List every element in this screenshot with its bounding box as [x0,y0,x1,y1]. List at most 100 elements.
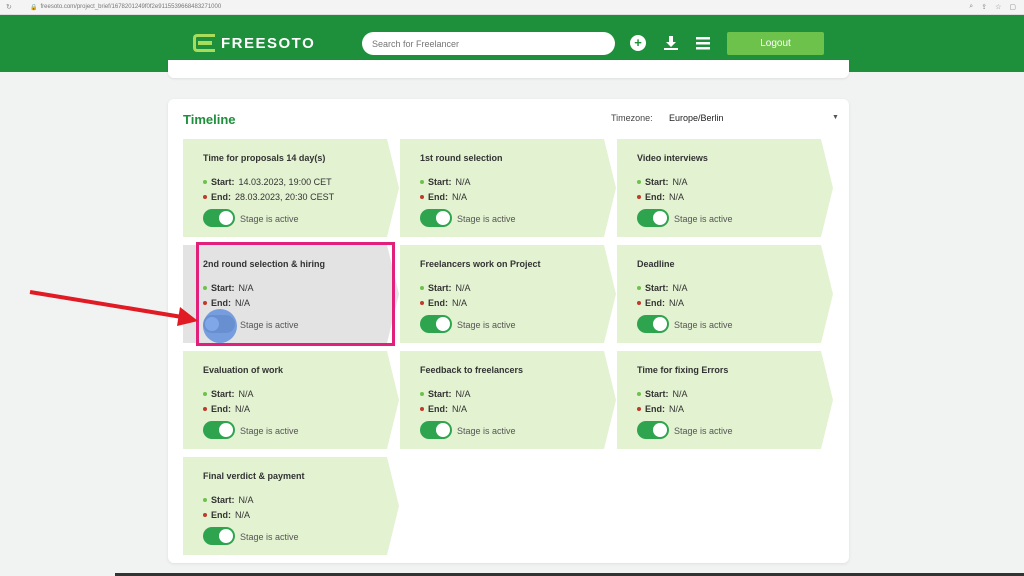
end-dot-icon [203,195,207,199]
stage-start: Start: N/A [637,283,688,293]
extensions-icon[interactable]: ▢ [1009,3,1016,11]
stage-active-label: Stage is active [674,320,733,330]
end-label: End: [211,192,231,202]
stage-active-label: Stage is active [674,214,733,224]
stage-card: Deadline Start: N/A End: N/A Stage is active [617,245,833,343]
stage-active-label: Stage is active [457,320,516,330]
start-label: Start: [645,283,669,293]
stage-active-toggle[interactable] [420,315,452,333]
stage-title: Time for proposals 14 day(s) [203,153,326,163]
start-label: Start: [211,177,235,187]
menu-icon[interactable] [695,35,711,51]
stage-active-toggle[interactable] [203,421,235,439]
start-dot-icon [420,286,424,290]
end-value: N/A [235,404,251,414]
end-label: End: [428,298,448,308]
zoom-icon[interactable]: ⌕ [969,3,973,11]
start-value: 14.03.2023, 19:00 CET [238,177,332,187]
start-label: Start: [645,177,669,187]
end-value: 28.03.2023, 20:30 CEST [235,192,335,202]
logout-button[interactable]: Logout [727,32,824,55]
start-value: N/A [672,389,688,399]
stage-active-label: Stage is active [240,532,299,542]
previous-section-card [168,60,849,78]
stage-active-label: Stage is active [240,214,299,224]
timezone-label: Timezone: [611,113,653,123]
end-value: N/A [669,404,685,414]
download-icon[interactable] [663,35,679,51]
stage-title: Final verdict & payment [203,471,305,481]
start-dot-icon [203,180,207,184]
stage-active-toggle[interactable] [203,527,235,545]
stage-title: Time for fixing Errors [637,365,729,375]
start-label: Start: [211,389,235,399]
end-dot-icon [637,301,641,305]
end-value: N/A [452,298,468,308]
end-dot-icon [637,407,641,411]
stage-start: Start: N/A [420,177,471,187]
annotation-arrow-icon [29,290,198,326]
brand-logo[interactable]: FREESOTO [193,34,315,52]
end-dot-icon [203,513,207,517]
browser-tools: ⌕ ⇪ ☆ ▢ [969,3,1024,11]
stage-start: Start: N/A [637,177,688,187]
start-dot-icon [637,180,641,184]
stage-end: End: N/A [637,404,684,414]
timezone-select[interactable]: Europe/Berlin [669,113,724,123]
stage-active-toggle[interactable] [637,315,669,333]
stage-active-label: Stage is active [240,426,299,436]
start-label: Start: [645,389,669,399]
toggle-knob [436,317,450,331]
address-bar[interactable]: 🔒 freesoto.com/project_brief/1678201249f… [30,4,969,11]
toggle-knob [219,211,233,225]
end-value: N/A [452,192,468,202]
start-dot-icon [420,392,424,396]
stage-active-toggle[interactable] [420,209,452,227]
start-label: Start: [211,495,235,505]
stage-start: Start: N/A [637,389,688,399]
stage-end: End: N/A [420,192,467,202]
end-dot-icon [203,407,207,411]
stage-active-label: Stage is active [674,426,733,436]
start-value: N/A [238,495,254,505]
end-label: End: [428,192,448,202]
start-value: N/A [238,389,254,399]
end-value: N/A [235,510,251,520]
stage-title: 1st round selection [420,153,503,163]
end-label: End: [211,510,231,520]
stage-active-toggle[interactable] [637,421,669,439]
add-icon[interactable]: + [630,35,646,51]
stage-start: Start: N/A [420,283,471,293]
share-icon[interactable]: ⇪ [981,3,987,11]
caret-down-icon[interactable]: ▼ [832,114,839,121]
stage-end: End: N/A [203,404,250,414]
end-value: N/A [669,298,685,308]
end-dot-icon [420,301,424,305]
stage-title: Freelancers work on Project [420,259,541,269]
stage-active-label: Stage is active [457,426,516,436]
end-dot-icon [420,195,424,199]
stage-active-toggle[interactable] [637,209,669,227]
stage-title: Video interviews [637,153,708,163]
stage-start: Start: N/A [420,389,471,399]
start-dot-icon [420,180,424,184]
end-dot-icon [420,407,424,411]
toggle-knob [219,529,233,543]
end-label: End: [645,404,665,414]
browser-toolbar: ↻ 🔒 freesoto.com/project_brief/167820124… [0,0,1024,15]
stage-title: Feedback to freelancers [420,365,524,375]
start-dot-icon [203,498,207,502]
stage-start: Start: 14.03.2023, 19:00 CET [203,177,332,187]
search-input[interactable] [362,32,615,55]
toggle-knob [219,423,233,437]
end-label: End: [211,404,231,414]
stage-active-label: Stage is active [457,214,516,224]
stage-end: End: N/A [420,298,467,308]
reload-icon[interactable]: ↻ [6,3,12,11]
stage-active-toggle[interactable] [203,209,235,227]
stage-active-toggle[interactable] [420,421,452,439]
start-label: Start: [428,177,452,187]
star-icon[interactable]: ☆ [995,3,1001,11]
stage-card: Evaluation of work Start: N/A End: N/A Stage … [183,351,399,449]
stage-card: Time for fixing Errors Start: N/A End: N/A St… [617,351,833,449]
